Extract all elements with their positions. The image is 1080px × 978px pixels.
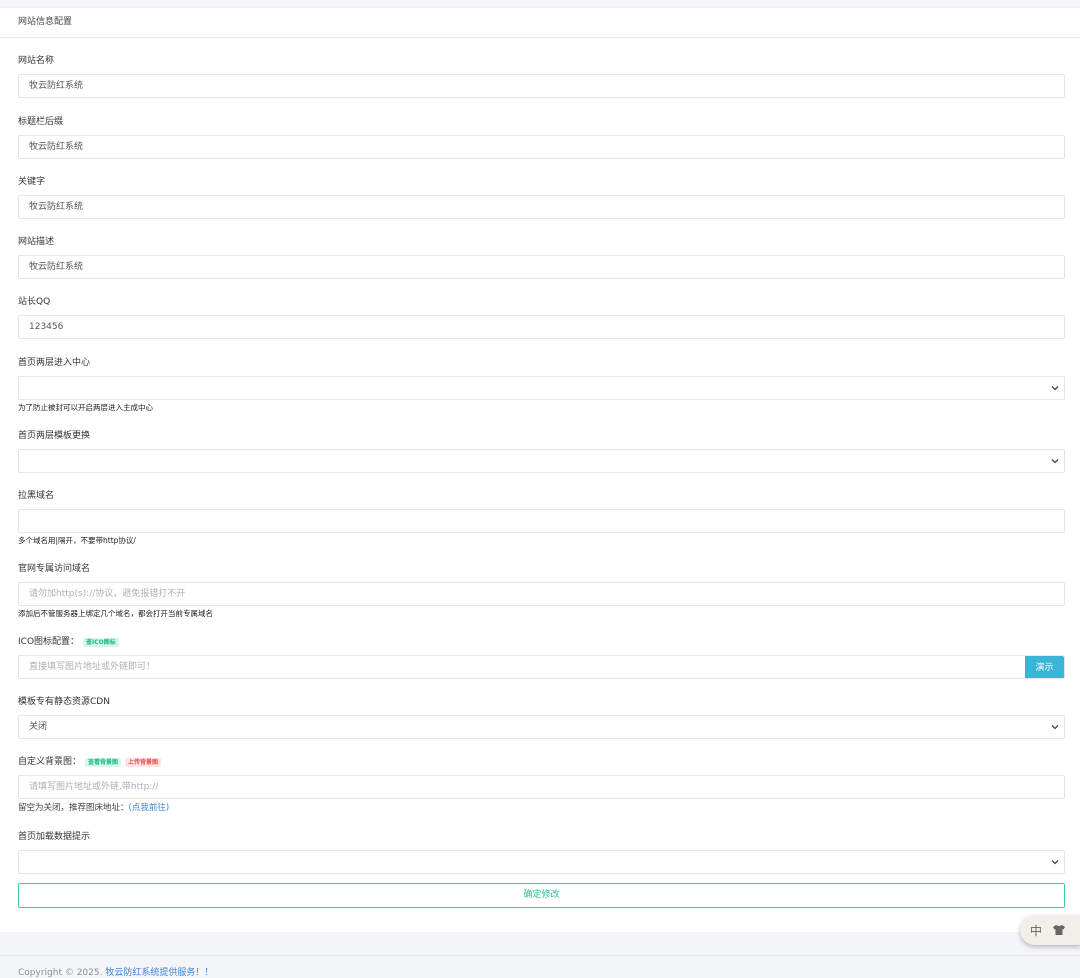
blacklist-domains-group: 拉黑域名 多个域名用|隔开，不要带http协议/ <box>18 489 1065 545</box>
home-two-layer-group: 首页两层进入中心 为了防止被封可以开启两层进入主成中心 <box>18 356 1065 412</box>
cdn-select[interactable]: 关闭 <box>18 715 1065 739</box>
background-help: 留空为关闭，推荐图床地址：(点我前往) <box>18 801 169 813</box>
ico-label: ICO图标配置： <box>18 637 80 647</box>
home-two-layer-label: 首页两层进入中心 <box>18 358 91 368</box>
view-background-badge[interactable]: 查看背景图 <box>85 757 122 767</box>
site-name-label: 网站名称 <box>18 56 55 66</box>
site-name-input[interactable]: 牧云防红系统 <box>18 74 1065 98</box>
background-label: 自定义背景图： <box>18 757 82 767</box>
footer-link[interactable]: 牧云防红系统提供服务！！ <box>105 968 213 978</box>
title-suffix-group: 标题栏后缀 牧云防红系统 <box>18 115 1065 159</box>
background-group: 自定义背景图： 查看背景图 上传背景图 请填写图片地址或外链,带http:// … <box>18 755 1065 813</box>
title-suffix-label: 标题栏后缀 <box>18 117 64 127</box>
blacklist-domains-input[interactable] <box>18 509 1065 533</box>
title-suffix-input[interactable]: 牧云防红系统 <box>18 135 1065 159</box>
ico-input[interactable]: 直接填写图片地址或外链即可！ 演示 <box>18 655 1065 679</box>
site-name-group: 网站名称 牧云防红系统 <box>18 54 1065 98</box>
upload-background-badge[interactable]: 上传背景图 <box>125 757 162 767</box>
cdn-value: 关闭 <box>29 722 48 732</box>
image-host-link[interactable]: (点我前往) <box>129 803 170 813</box>
load-tip-group: 首页加载数据提示 <box>18 830 1065 874</box>
demo-button[interactable]: 演示 <box>1025 656 1064 678</box>
copyright-text: Copyright © 2025. <box>18 968 106 978</box>
chevron-down-icon <box>1051 860 1059 865</box>
home-template-label: 首页两层模板更换 <box>18 431 91 441</box>
submit-button[interactable]: 确定修改 <box>18 883 1065 908</box>
background-label-row: 自定义背景图： 查看背景图 上传背景图 <box>18 755 1065 769</box>
description-input[interactable]: 牧云防红系统 <box>18 255 1065 279</box>
chevron-down-icon <box>1051 725 1059 730</box>
background-help-text: 留空为关闭，推荐图床地址： <box>18 803 129 813</box>
blacklist-domains-help: 多个域名用|隔开，不要带http协议/ <box>18 536 136 545</box>
view-ico-badge[interactable]: 查ICO图标 <box>83 637 119 647</box>
card-title: 网站信息配置 <box>0 8 1080 38</box>
language-toggle[interactable]: 中 <box>1030 922 1042 939</box>
shirt-icon[interactable] <box>1052 924 1066 936</box>
home-two-layer-select[interactable] <box>18 376 1065 400</box>
cdn-label: 模板专有静态资源CDN <box>18 697 110 707</box>
keywords-input[interactable]: 牧云防红系统 <box>18 195 1065 219</box>
official-domain-label: 官网专属访问域名 <box>18 564 91 574</box>
official-domain-group: 官网专属访问域名 请勿加http(s)://协议，避免报错打不开 添加后不管服务… <box>18 562 1065 618</box>
load-tip-select[interactable] <box>18 850 1065 874</box>
keywords-group: 关键字 牧云防红系统 <box>18 175 1065 219</box>
official-domain-help: 添加后不管服务器上绑定几个域名，都会打开当前专属域名 <box>18 609 213 618</box>
official-domain-input[interactable]: 请勿加http(s)://协议，避免报错打不开 <box>18 582 1065 606</box>
ico-placeholder: 直接填写图片地址或外链即可！ <box>29 662 156 672</box>
qq-group: 站长QQ 123456 <box>18 295 1065 339</box>
chevron-down-icon <box>1051 459 1059 464</box>
keywords-label: 关键字 <box>18 177 46 187</box>
blacklist-domains-label: 拉黑域名 <box>18 491 55 501</box>
description-label: 网站描述 <box>18 237 55 247</box>
ico-label-row: ICO图标配置： 查ICO图标 <box>18 635 1065 649</box>
home-two-layer-help: 为了防止被封可以开启两层进入主成中心 <box>18 403 153 412</box>
language-widget[interactable]: 中 <box>1020 915 1080 945</box>
background-input[interactable]: 请填写图片地址或外链,带http:// <box>18 775 1065 799</box>
qq-input[interactable]: 123456 <box>18 315 1065 339</box>
home-template-select[interactable] <box>18 449 1065 473</box>
footer: Copyright © 2025. 牧云防红系统提供服务！！ <box>0 955 1080 978</box>
cdn-group: 模板专有静态资源CDN 关闭 <box>18 695 1065 739</box>
load-tip-label: 首页加载数据提示 <box>18 832 91 842</box>
qq-label: 站长QQ <box>18 297 51 307</box>
ico-group: ICO图标配置： 查ICO图标 直接填写图片地址或外链即可！ 演示 <box>18 635 1065 679</box>
chevron-down-icon <box>1051 386 1059 391</box>
description-group: 网站描述 牧云防红系统 <box>18 235 1065 279</box>
home-template-group: 首页两层模板更换 <box>18 429 1065 473</box>
